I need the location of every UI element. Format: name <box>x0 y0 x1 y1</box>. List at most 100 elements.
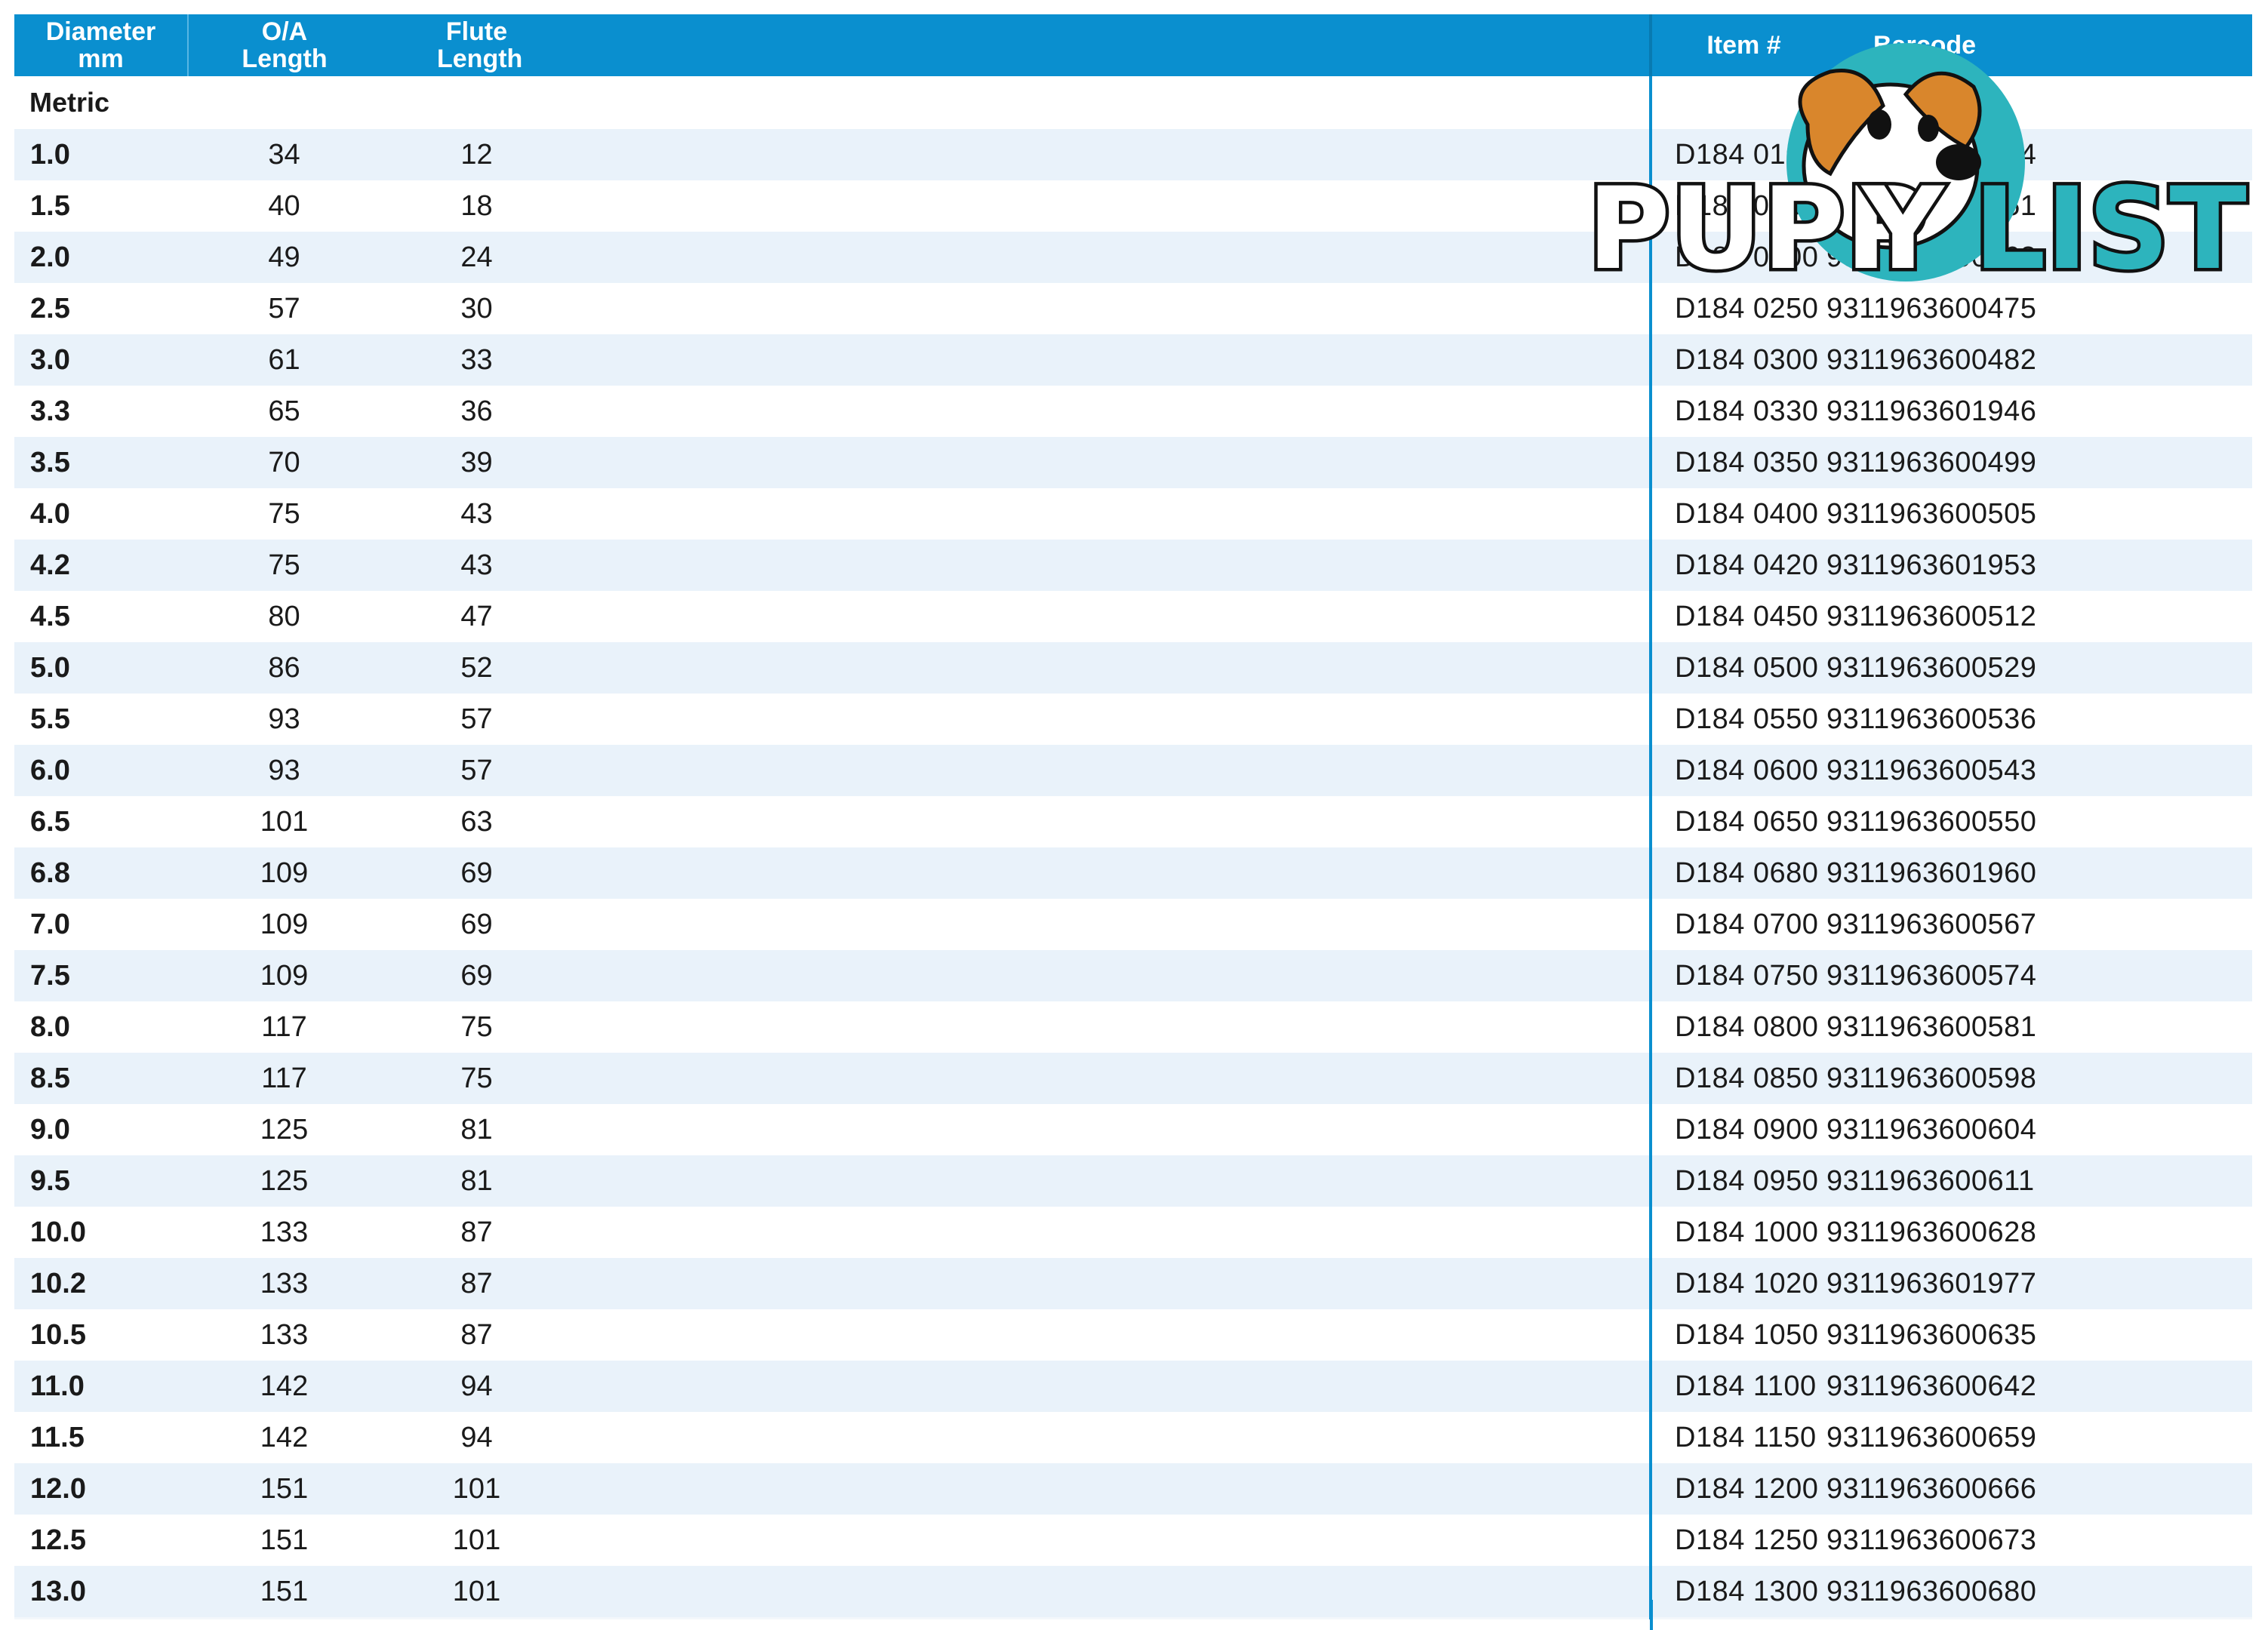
flute-length-cell: 24 <box>380 232 573 283</box>
diameter-cell: 6.5 <box>14 796 188 847</box>
flute-length-cell: 30 <box>380 283 573 334</box>
table-row: 8.5 117 75 D184 0850 9311963600598 <box>14 1053 2252 1104</box>
spacer-cell <box>573 796 1652 847</box>
oa-length-cell: 75 <box>188 488 380 540</box>
flute-length-cell: 43 <box>380 540 573 591</box>
item-number-cell: D184 0600 <box>1651 745 1820 796</box>
barcode-cell: 9311963600444 <box>1820 129 2252 180</box>
item-number-cell: D184 0450 <box>1651 591 1820 642</box>
spacer-cell <box>573 591 1652 642</box>
table-row: 8.0 117 75 D184 0800 9311963600581 <box>14 1001 2252 1053</box>
oa-length-cell: 151 <box>188 1463 380 1515</box>
oa-length-cell: 117 <box>188 1053 380 1104</box>
spacer-cell <box>573 899 1652 950</box>
spacer-cell <box>573 334 1652 386</box>
spacer-cell <box>573 129 1652 180</box>
oa-length-cell: 151 <box>188 1566 380 1619</box>
item-number-cell: D184 1050 <box>1651 1309 1820 1361</box>
barcode-cell: 9311963600499 <box>1820 437 2252 488</box>
diameter-cell: 1.0 <box>14 129 188 180</box>
item-number-cell: D184 0150 <box>1651 180 1820 232</box>
barcode-cell: 9311963600543 <box>1820 745 2252 796</box>
flute-length-cell: 94 <box>380 1412 573 1463</box>
oa-length-cell: 80 <box>188 591 380 642</box>
item-number-cell: D184 0200 <box>1651 232 1820 283</box>
diameter-cell: 5.5 <box>14 694 188 745</box>
item-number-cell: D184 1100 <box>1651 1361 1820 1412</box>
diameter-cell: 11.0 <box>14 1361 188 1412</box>
spacer-cell <box>573 642 1652 694</box>
spacer-cell <box>573 180 1652 232</box>
table-row: 10.2 133 87 D184 1020 9311963601977 <box>14 1258 2252 1309</box>
barcode-cell: 9311963601946 <box>1820 386 2252 437</box>
flute-length-cell: 47 <box>380 591 573 642</box>
flute-length-cell: 75 <box>380 1053 573 1104</box>
spacer-cell <box>573 1309 1652 1361</box>
spacer-cell <box>573 1207 1652 1258</box>
oa-length-cell: 125 <box>188 1104 380 1155</box>
flute-length-cell: 101 <box>380 1463 573 1515</box>
spacer-cell <box>573 1515 1652 1566</box>
barcode-cell: 9311963600482 <box>1820 334 2252 386</box>
table-row: 11.5 142 94 D184 1150 9311963600659 <box>14 1412 2252 1463</box>
flute-length-cell: 57 <box>380 694 573 745</box>
item-number-cell: D184 0550 <box>1651 694 1820 745</box>
item-number-cell: D184 0350 <box>1651 437 1820 488</box>
diameter-cell: 13.0 <box>14 1566 188 1619</box>
item-number-cell: D184 1020 <box>1651 1258 1820 1309</box>
item-number-cell: D184 0800 <box>1651 1001 1820 1053</box>
group-divider-line <box>1650 1600 1653 1630</box>
oa-length-cell: 117 <box>188 1001 380 1053</box>
oa-length-cell: 93 <box>188 745 380 796</box>
table-row: 13.0 151 101 D184 1300 9311963600680 <box>14 1566 2252 1619</box>
spacer-cell <box>573 386 1652 437</box>
spacer-cell <box>573 232 1652 283</box>
item-number-cell: D184 0680 <box>1651 847 1820 899</box>
barcode-cell: 9311963600567 <box>1820 899 2252 950</box>
diameter-cell: 4.0 <box>14 488 188 540</box>
oa-length-cell: 61 <box>188 334 380 386</box>
diameter-cell: 4.5 <box>14 591 188 642</box>
drill-spec-table: Diameter mm O/A Length Flute Length Item… <box>14 14 2252 1619</box>
diameter-cell: 8.0 <box>14 1001 188 1053</box>
oa-length-cell: 109 <box>188 950 380 1001</box>
barcode-cell: 9311963600673 <box>1820 1515 2252 1566</box>
flute-length-cell: 39 <box>380 437 573 488</box>
section-blank <box>1651 76 1820 129</box>
flute-length-cell: 12 <box>380 129 573 180</box>
barcode-cell: 9311963600628 <box>1820 1207 2252 1258</box>
header-row: Diameter mm O/A Length Flute Length Item… <box>14 14 2252 76</box>
diameter-cell: 3.0 <box>14 334 188 386</box>
spacer-cell <box>573 745 1652 796</box>
header-diameter: Diameter mm <box>14 14 189 76</box>
flute-length-cell: 81 <box>380 1155 573 1207</box>
spacer-cell <box>573 540 1652 591</box>
oa-length-cell: 142 <box>188 1412 380 1463</box>
spacer-cell <box>573 1104 1652 1155</box>
oa-length-cell: 75 <box>188 540 380 591</box>
barcode-cell: 9311963600512 <box>1820 591 2252 642</box>
table-row: 6.5 101 63 D184 0650 9311963600550 <box>14 796 2252 847</box>
diameter-cell: 1.5 <box>14 180 188 232</box>
barcode-cell: 9311963600581 <box>1820 1001 2252 1053</box>
table-row: 4.5 80 47 D184 0450 9311963600512 <box>14 591 2252 642</box>
item-number-cell: D184 1300 <box>1651 1566 1820 1619</box>
oa-length-cell: 65 <box>188 386 380 437</box>
diameter-cell: 9.5 <box>14 1155 188 1207</box>
diameter-cell: 3.3 <box>14 386 188 437</box>
item-number-cell: D184 1200 <box>1651 1463 1820 1515</box>
barcode-cell: 9311963600598 <box>1820 1053 2252 1104</box>
spacer-cell <box>573 694 1652 745</box>
oa-length-cell: 151 <box>188 1515 380 1566</box>
header-flute-length: Flute Length <box>380 14 573 76</box>
oa-length-cell: 133 <box>188 1258 380 1309</box>
item-number-cell: D184 1150 <box>1651 1412 1820 1463</box>
table-row: 2.5 57 30 D184 0250 9311963600475 <box>14 283 2252 334</box>
header-barcode: Barcode <box>1820 14 2252 76</box>
diameter-cell: 5.0 <box>14 642 188 694</box>
diameter-cell: 4.2 <box>14 540 188 591</box>
table-row: 10.5 133 87 D184 1050 9311963600635 <box>14 1309 2252 1361</box>
spacer-cell <box>573 1053 1652 1104</box>
barcode-cell: 9311963601977 <box>1820 1258 2252 1309</box>
table-header: Diameter mm O/A Length Flute Length Item… <box>14 14 2252 76</box>
